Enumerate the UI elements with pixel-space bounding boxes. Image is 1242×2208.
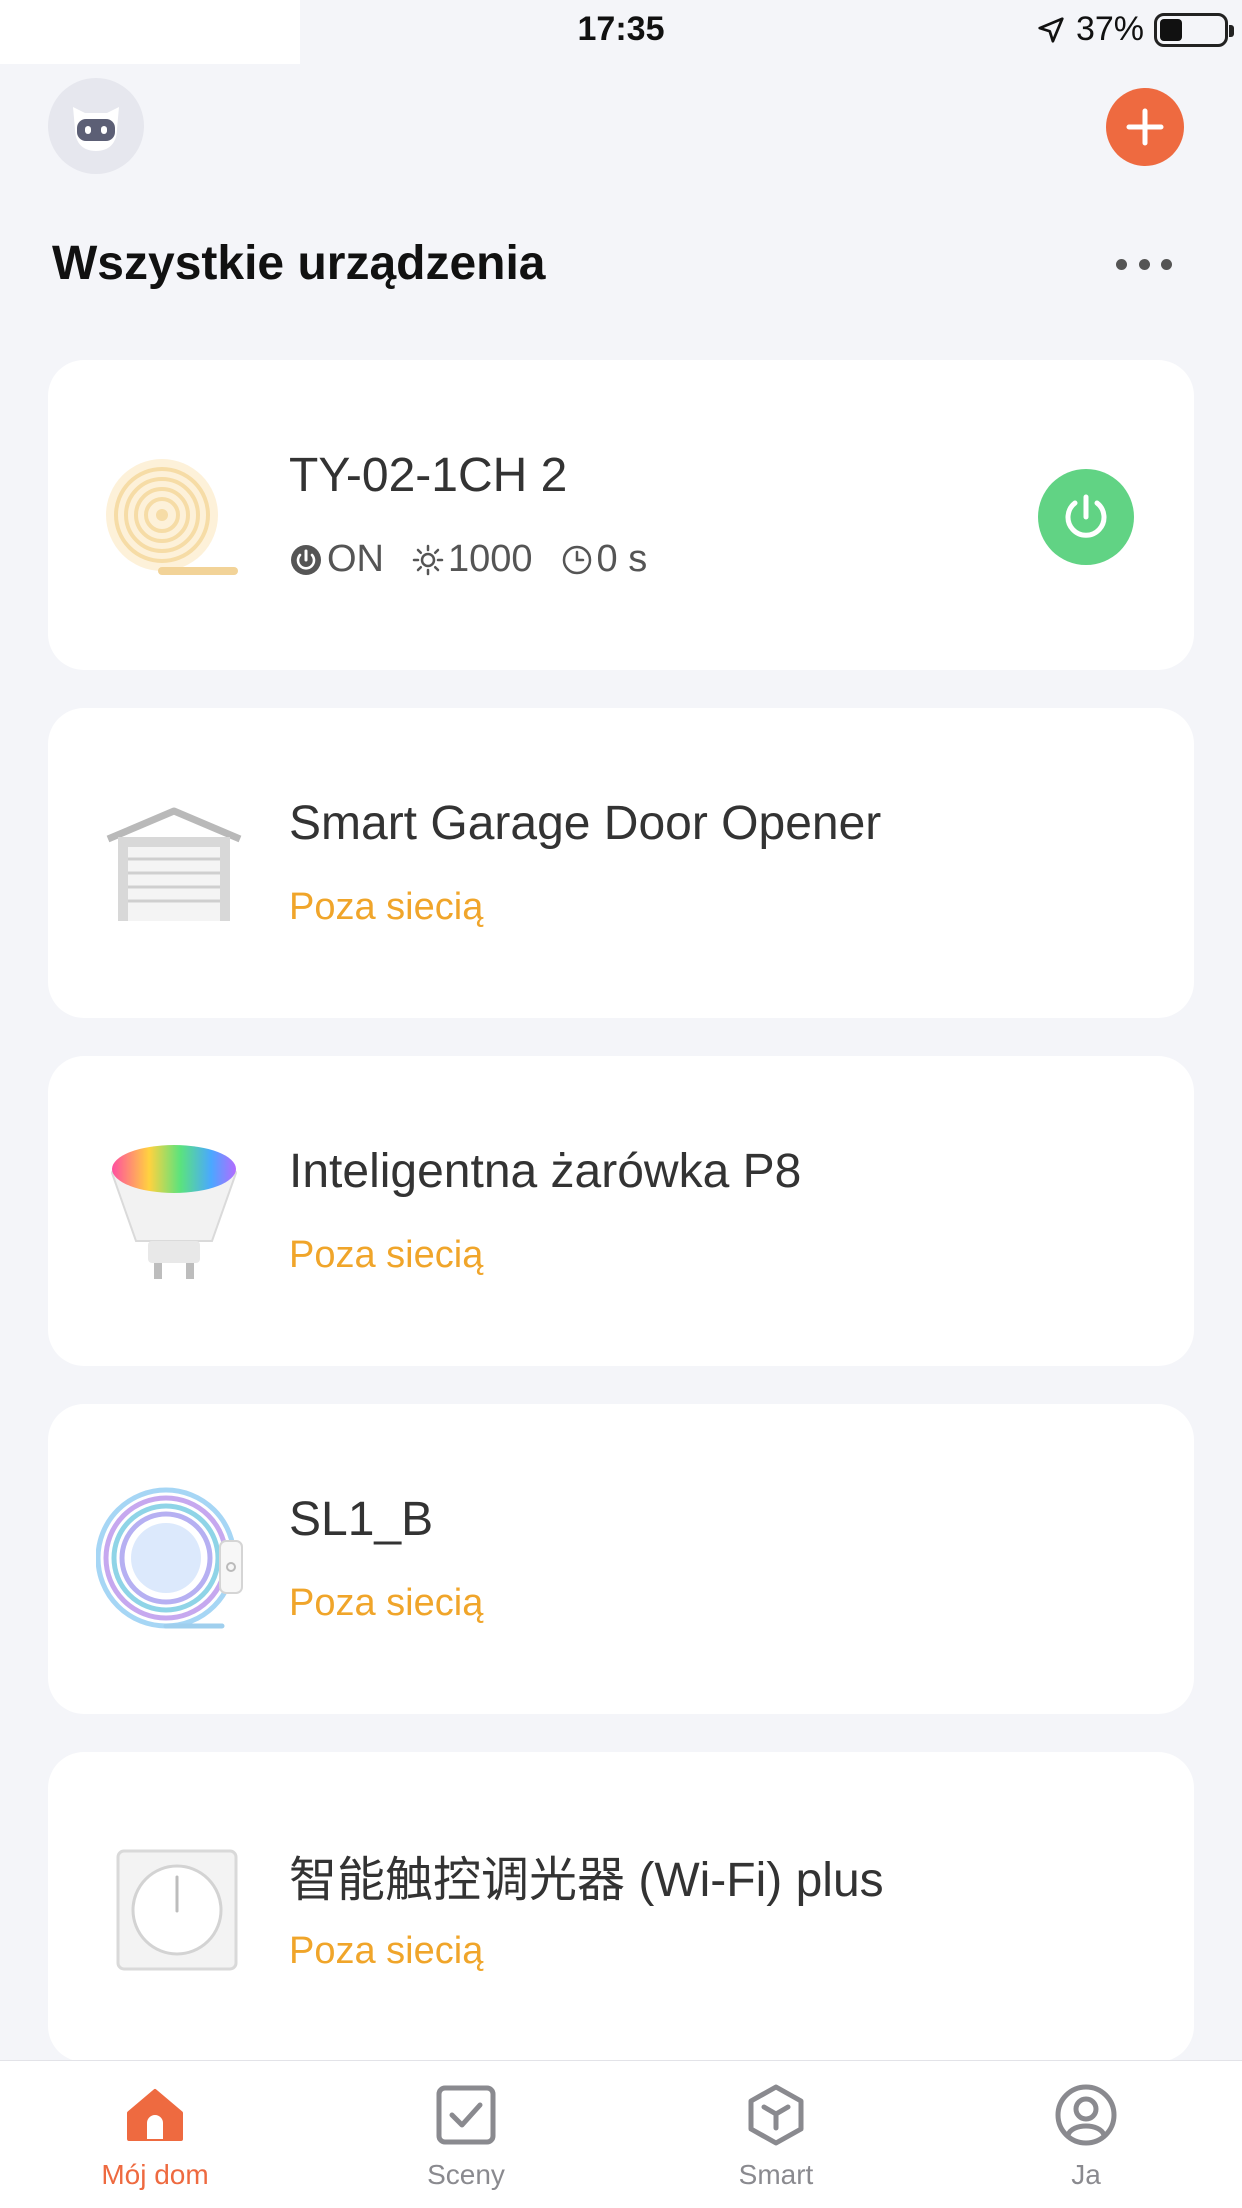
add-device-button[interactable] — [1106, 88, 1184, 166]
device-card-garage-door[interactable]: Smart Garage Door Opener Poza siecią — [48, 708, 1194, 1018]
device-card-sl1-b[interactable]: SL1_B Poza siecią — [48, 1404, 1194, 1714]
robot-avatar-icon — [73, 107, 119, 151]
device-status-offline: Poza siecią — [289, 1234, 484, 1276]
tab-label: Smart — [738, 2159, 814, 2190]
home-avatar-button[interactable] — [48, 78, 144, 174]
tab-me[interactable]: Ja — [996, 2083, 1176, 2191]
battery-icon — [1154, 12, 1234, 47]
user-icon — [1055, 2084, 1117, 2146]
device-card-ty-02-1ch-2[interactable]: TY-02-1CH 2 ON 1000 0 s — [48, 360, 1194, 670]
brightness-stat: 1000 — [412, 538, 533, 581]
plus-icon — [1126, 108, 1164, 146]
device-name: SL1_B — [289, 1493, 434, 1546]
power-state-value: ON — [327, 538, 384, 580]
status-indicators: 37% — [1036, 10, 1234, 49]
timer-stat: 0 s — [561, 538, 648, 581]
power-icon — [1065, 494, 1107, 538]
status-bar: 17:35 37% — [0, 0, 1242, 64]
device-status-offline: Poza siecią — [289, 1930, 484, 1972]
brightness-icon — [412, 544, 444, 575]
cube-icon — [748, 2084, 804, 2146]
checkbox-icon — [436, 2085, 496, 2145]
device-status-offline: Poza siecią — [289, 1582, 484, 1624]
device-name: TY-02-1CH 2 — [289, 449, 568, 502]
tab-my-home[interactable]: Mój dom — [65, 2083, 245, 2191]
section-title: Wszystkie urządzenia — [52, 237, 546, 290]
device-stats: ON 1000 0 s — [289, 538, 647, 581]
device-card-touch-dimmer[interactable]: 智能触控调光器 (Wi-Fi) plus Poza siecią — [48, 1752, 1194, 2062]
timer-value: 0 s — [596, 538, 648, 580]
power-state-icon — [291, 544, 321, 575]
tab-label: Mój dom — [101, 2159, 209, 2190]
brightness-value: 1000 — [448, 538, 533, 580]
device-name: Smart Garage Door Opener — [289, 797, 882, 850]
tab-label: Sceny — [427, 2159, 505, 2190]
dimmer-switch-icon — [104, 1837, 244, 1977]
device-name: 智能触控调光器 (Wi-Fi) plus — [289, 1854, 884, 1907]
power-toggle-button[interactable] — [1038, 469, 1134, 565]
location-arrow-icon — [1038, 16, 1064, 43]
battery-percent: 37% — [1075, 10, 1144, 48]
home-icon — [127, 2089, 183, 2141]
bottom-tab-bar: Mój dom Sceny Smart Ja — [0, 2060, 1242, 2208]
led-strip-reel-icon — [104, 445, 244, 585]
more-options-button[interactable] — [1116, 252, 1172, 276]
rgb-led-strip-icon — [95, 1487, 244, 1629]
tab-label: Ja — [1071, 2159, 1101, 2190]
rgb-bulb-icon — [104, 1141, 244, 1281]
device-status-offline: Poza siecią — [289, 886, 484, 928]
garage-door-icon — [104, 793, 244, 933]
power-stat: ON — [289, 538, 384, 581]
tab-smart[interactable]: Smart — [686, 2083, 866, 2191]
device-name: Inteligentna żarówka P8 — [289, 1145, 802, 1198]
tab-scenes[interactable]: Sceny — [376, 2083, 556, 2191]
clock-icon — [562, 545, 591, 574]
device-card-smart-bulb-p8[interactable]: Inteligentna żarówka P8 Poza siecią — [48, 1056, 1194, 1366]
